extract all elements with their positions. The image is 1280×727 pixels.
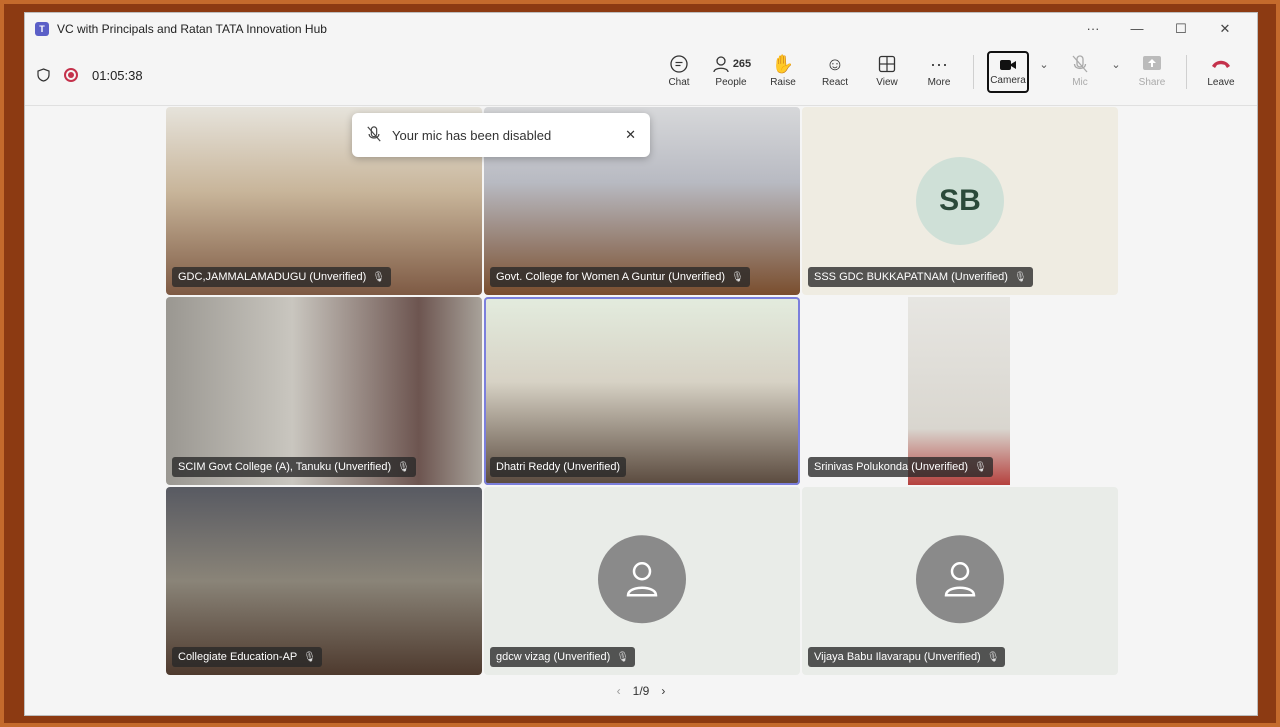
participant-name: Dhatri Reddy (Unverified)	[496, 461, 621, 473]
close-window-button[interactable]: ✕	[1203, 21, 1247, 37]
mic-off-icon: 🎙	[397, 461, 410, 473]
meeting-timer: 01:05:38	[92, 67, 143, 83]
mic-button[interactable]: Mic	[1054, 51, 1106, 88]
leave-label: Leave	[1207, 77, 1235, 88]
participant-name-tag: SSS GDC BUKKAPATNAM (Unverified) 🎙	[808, 267, 1033, 287]
chat-button[interactable]: Chat	[653, 51, 705, 88]
mic-off-icon: 🎙	[986, 651, 1000, 663]
window-menu-button[interactable]: ···	[1071, 21, 1115, 37]
participant-name: Collegiate Education-AP	[178, 651, 298, 663]
participant-tile[interactable]: Vijaya Babu Ilavarapu (Unverified) 🎙	[802, 487, 1118, 675]
teams-logo-icon: T	[35, 22, 49, 36]
share-icon	[1142, 51, 1162, 77]
window-controls: ··· — ☐ ✕	[1071, 21, 1247, 37]
people-count: 265	[732, 58, 752, 70]
participant-name: Srinivas Polukonda (Unverified)	[814, 461, 969, 473]
leave-button[interactable]: Leave	[1195, 51, 1247, 88]
prev-page-button[interactable]: ‹	[617, 684, 621, 698]
participant-name-tag: GDC,JAMMALAMADUGU (Unverified) 🎙	[172, 267, 391, 287]
participant-name: Govt. College for Women A Guntur (Unveri…	[496, 271, 726, 283]
hang-up-icon	[1210, 51, 1232, 77]
chat-label: Chat	[668, 77, 690, 88]
participant-name-tag: Collegiate Education-AP 🎙	[172, 647, 322, 667]
participant-tile[interactable]: Collegiate Education-AP 🎙	[166, 487, 482, 675]
person-icon	[598, 535, 686, 624]
mic-off-icon: 🎙	[1013, 271, 1027, 283]
maximize-button[interactable]: ☐	[1159, 21, 1203, 37]
participant-name-tag: SCIM Govt College (A), Tanuku (Unverifie…	[172, 457, 416, 477]
people-label: People	[715, 77, 747, 88]
smiley-icon: ☺	[825, 53, 845, 74]
participant-name-tag: Dhatri Reddy (Unverified)	[490, 457, 627, 477]
more-button[interactable]: ··· More	[913, 51, 965, 89]
shield-icon[interactable]	[37, 68, 50, 82]
person-icon	[916, 535, 1004, 624]
minimize-button[interactable]: —	[1115, 21, 1159, 37]
participant-tile[interactable]: SB SSS GDC BUKKAPATNAM (Unverified) 🎙	[802, 107, 1118, 295]
mic-off-icon	[366, 125, 382, 146]
share-label: Share	[1138, 77, 1166, 88]
gallery-pager: ‹ 1/9 ›	[25, 684, 1257, 698]
participant-tile[interactable]: SCIM Govt College (A), Tanuku (Unverifie…	[166, 297, 482, 485]
next-page-button[interactable]: ›	[661, 684, 665, 698]
participant-name: Vijaya Babu Ilavarapu (Unverified)	[814, 651, 981, 663]
mic-off-icon: 🎙	[616, 651, 630, 663]
mic-off-icon: 🎙	[303, 651, 316, 663]
toolbar-separator-2	[1186, 55, 1187, 89]
participant-name-tag: gdcw vizag (Unverified) 🎙	[490, 647, 636, 667]
meeting-status: 01:05:38	[37, 68, 143, 83]
participant-name: gdcw vizag (Unverified)	[496, 651, 611, 663]
camera-box: Camera	[987, 51, 1029, 93]
camera-icon	[999, 58, 1017, 75]
title-bar: T VC with Principals and Ratan TATA Inno…	[25, 13, 1257, 45]
mic-options-chevron-icon[interactable]: ⌄	[1106, 51, 1126, 77]
people-button[interactable]: 265 People	[705, 51, 757, 88]
window-title: VC with Principals and Ratan TATA Innova…	[57, 22, 327, 36]
mic-off-icon: 🎙	[372, 271, 385, 283]
camera-options-chevron-icon[interactable]: ⌄	[1034, 51, 1054, 77]
raise-hand-button[interactable]: ✋ Raise	[757, 51, 809, 89]
mic-off-icon: 🎙	[731, 271, 744, 283]
react-label: React	[821, 77, 849, 88]
mic-label: Mic	[1072, 77, 1088, 88]
participant-tile[interactable]: gdcw vizag (Unverified) 🎙	[484, 487, 800, 675]
view-button[interactable]: View	[861, 51, 913, 88]
toolbar-actions: Chat 265 People ✋ Raise ☺ React View ···…	[653, 51, 1247, 93]
camera-button[interactable]: Camera	[982, 51, 1034, 93]
mic-off-icon: 🎙	[974, 461, 987, 473]
mic-disabled-toast: Your mic has been disabled ✕	[352, 113, 650, 157]
more-dots-icon: ···	[930, 53, 948, 74]
hand-icon: ✋	[771, 53, 795, 74]
participant-name: SCIM Govt College (A), Tanuku (Unverifie…	[178, 461, 392, 473]
camera-label: Camera	[990, 75, 1026, 86]
view-label: View	[876, 77, 898, 88]
participant-tile-active-speaker[interactable]: Dhatri Reddy (Unverified)	[484, 297, 800, 485]
raise-label: Raise	[770, 77, 796, 88]
close-icon[interactable]: ✕	[625, 127, 636, 143]
participant-name-tag: Govt. College for Women A Guntur (Unveri…	[490, 267, 750, 287]
toast-message: Your mic has been disabled	[392, 127, 552, 143]
participant-name: SSS GDC BUKKAPATNAM (Unverified)	[814, 271, 1008, 283]
participant-name-tag: Vijaya Babu Ilavarapu (Unverified) 🎙	[808, 647, 1006, 667]
chat-icon	[669, 51, 689, 77]
recording-icon	[64, 68, 78, 82]
people-icon: 265	[711, 51, 751, 77]
meeting-toolbar: 01:05:38 Chat 265 People ✋ Raise ☺ React…	[25, 45, 1257, 106]
grid-view-icon	[878, 51, 896, 77]
mic-off-icon	[1071, 51, 1089, 77]
participant-name-tag: Srinivas Polukonda (Unverified) 🎙	[808, 457, 993, 477]
more-label: More	[927, 77, 951, 88]
react-button[interactable]: ☺ React	[809, 51, 861, 89]
share-button[interactable]: Share	[1126, 51, 1178, 88]
participant-initials-avatar: SB	[916, 157, 1004, 245]
toolbar-separator	[973, 55, 974, 89]
participant-tile[interactable]: Srinivas Polukonda (Unverified) 🎙	[802, 297, 1118, 485]
teams-meeting-window: T VC with Principals and Ratan TATA Inno…	[24, 12, 1258, 716]
participant-name: GDC,JAMMALAMADUGU (Unverified)	[178, 271, 367, 283]
page-indicator: 1/9	[632, 684, 650, 698]
